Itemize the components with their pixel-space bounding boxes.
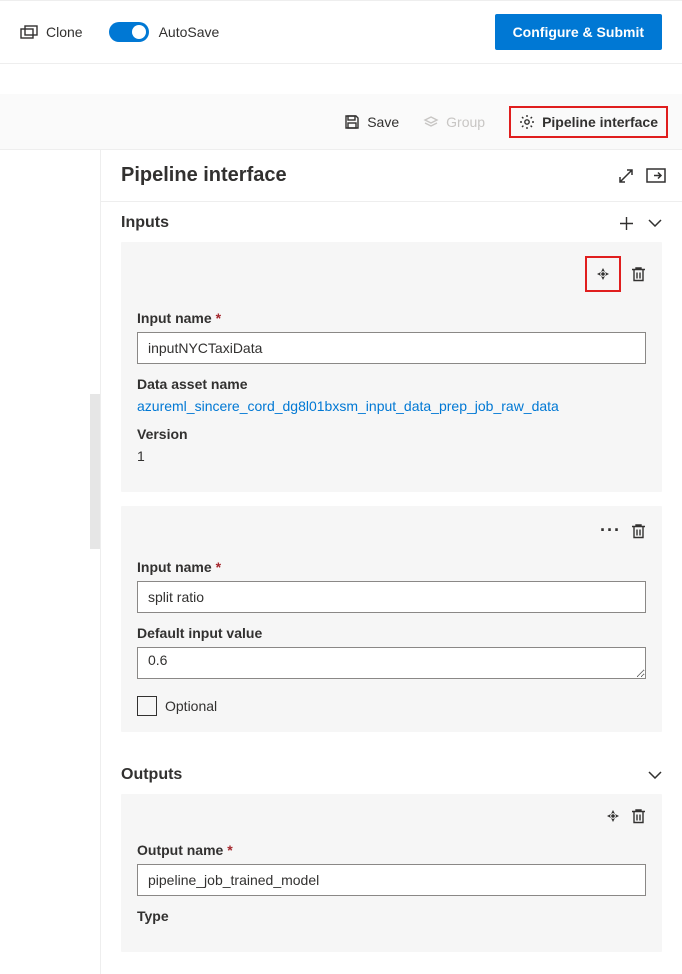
inputs-section-title: Inputs <box>121 214 605 232</box>
toggle-knob <box>132 25 146 39</box>
input-name-field[interactable] <box>137 332 646 364</box>
delete-icon[interactable] <box>631 808 646 824</box>
add-input-icon[interactable] <box>619 216 634 231</box>
optional-checkbox[interactable] <box>137 696 157 716</box>
optional-label: Optional <box>165 698 217 714</box>
pipeline-interface-button[interactable]: Pipeline interface <box>511 108 666 136</box>
clone-label: Clone <box>46 24 83 40</box>
input-name-field[interactable] <box>137 581 646 613</box>
locate-icon[interactable] <box>605 808 621 824</box>
save-icon <box>344 114 360 130</box>
input-name-label: Input name * <box>137 559 646 575</box>
expand-icon[interactable] <box>618 168 634 184</box>
group-icon <box>423 114 439 130</box>
data-asset-name-label: Data asset name <box>137 376 646 392</box>
pipeline-interface-highlight: Pipeline interface <box>509 106 668 138</box>
version-value: 1 <box>137 448 646 464</box>
delete-icon[interactable] <box>631 266 646 282</box>
version-label: Version <box>137 426 646 442</box>
collapse-inputs-icon[interactable] <box>648 219 662 227</box>
output-name-label: Output name * <box>137 842 646 858</box>
output-card-0: Output name * Type <box>121 794 662 952</box>
input-card-0: Input name * Data asset name azureml_sin… <box>121 242 662 492</box>
save-button[interactable]: Save <box>344 114 399 130</box>
input-card-1: ··· Input name * Default input value Opt… <box>121 506 662 732</box>
more-icon[interactable]: ··· <box>600 520 621 541</box>
group-button: Group <box>423 114 485 130</box>
outputs-section-title: Outputs <box>121 766 634 784</box>
default-value-label: Default input value <box>137 625 646 641</box>
gear-icon <box>519 114 535 130</box>
side-marker <box>90 394 100 549</box>
data-asset-link[interactable]: azureml_sincere_cord_dg8l01bxsm_input_da… <box>137 398 646 414</box>
collapse-outputs-icon[interactable] <box>648 771 662 779</box>
clone-button[interactable]: Clone <box>20 24 83 40</box>
locate-icon[interactable] <box>595 266 611 282</box>
autosave-toggle[interactable] <box>109 22 149 42</box>
configure-submit-button[interactable]: Configure & Submit <box>495 14 662 50</box>
output-type-label: Type <box>137 908 646 924</box>
delete-icon[interactable] <box>631 523 646 539</box>
clone-icon <box>20 25 38 39</box>
default-value-field[interactable] <box>137 647 646 679</box>
input-name-label: Input name * <box>137 310 646 326</box>
autosave-label: AutoSave <box>159 24 220 40</box>
panel-title: Pipeline interface <box>121 164 606 187</box>
output-name-field[interactable] <box>137 864 646 896</box>
dock-right-icon[interactable] <box>646 168 666 183</box>
target-highlight <box>585 256 621 292</box>
